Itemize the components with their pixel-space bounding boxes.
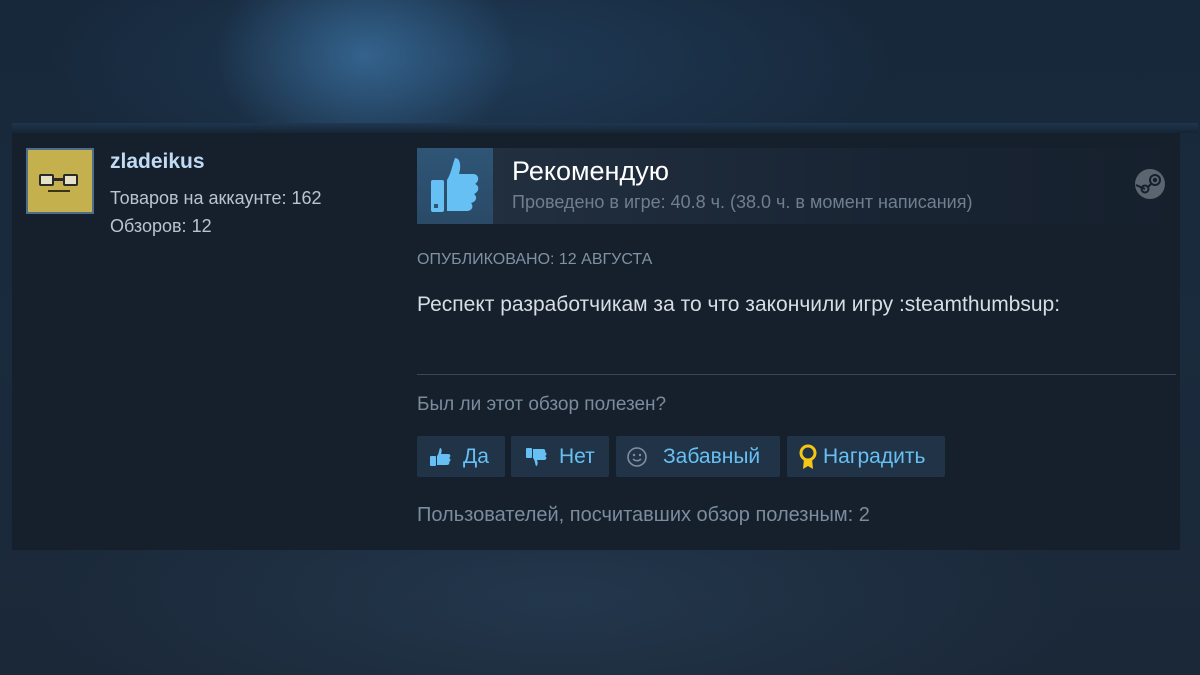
vote-no-button[interactable]: Нет xyxy=(511,436,609,477)
vote-yes-button[interactable]: Да xyxy=(417,436,505,477)
thumbs-up-icon xyxy=(431,158,479,212)
thumbs-down-icon xyxy=(526,447,547,466)
review-playtime: Проведено в игре: 40.8 ч. (38.0 ч. в мом… xyxy=(512,192,973,212)
author-reviews-count[interactable]: Обзоров: 12 xyxy=(110,216,212,237)
steam-icon xyxy=(1134,168,1166,200)
divider xyxy=(417,374,1176,375)
author-products-count[interactable]: Товаров на аккаунте: 162 xyxy=(110,188,322,209)
award-label: Наградить xyxy=(823,444,926,468)
recommend-thumb-box xyxy=(417,148,493,224)
vote-funny-button[interactable]: Забавный xyxy=(616,436,780,477)
review-verdict[interactable]: Рекомендую xyxy=(512,156,669,187)
review-body: Респект разработчикам за то что закончил… xyxy=(417,293,1061,316)
smiley-icon xyxy=(627,446,647,467)
author-name[interactable]: zladeikus xyxy=(110,150,205,174)
award-ribbon-icon xyxy=(799,444,817,469)
avatar-right-eye xyxy=(63,174,78,186)
vote-no-label: Нет xyxy=(559,444,595,468)
avatar[interactable] xyxy=(26,148,94,214)
avatar-mouth xyxy=(48,190,70,192)
thumbs-up-icon xyxy=(430,447,451,466)
review-posted-date: ОПУБЛИКОВАНО: 12 АВГУСТА xyxy=(417,251,653,268)
avatar-left-eye xyxy=(39,174,54,186)
helpful-count: Пользователей, посчитавших обзор полезны… xyxy=(417,504,870,526)
vote-funny-label: Забавный xyxy=(663,444,761,468)
vote-yes-label: Да xyxy=(463,444,489,468)
helpful-question: Был ли этот обзор полезен? xyxy=(417,394,667,415)
award-button[interactable]: Наградить xyxy=(787,436,945,477)
card-top-edge xyxy=(12,123,1198,133)
